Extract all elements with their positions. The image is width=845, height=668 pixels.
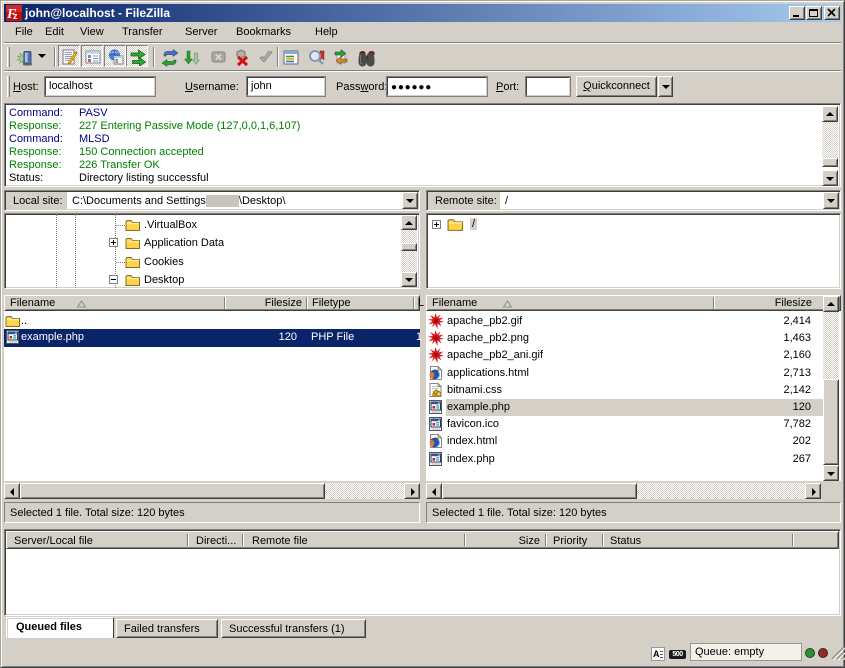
svg-text:z: z <box>13 11 18 21</box>
